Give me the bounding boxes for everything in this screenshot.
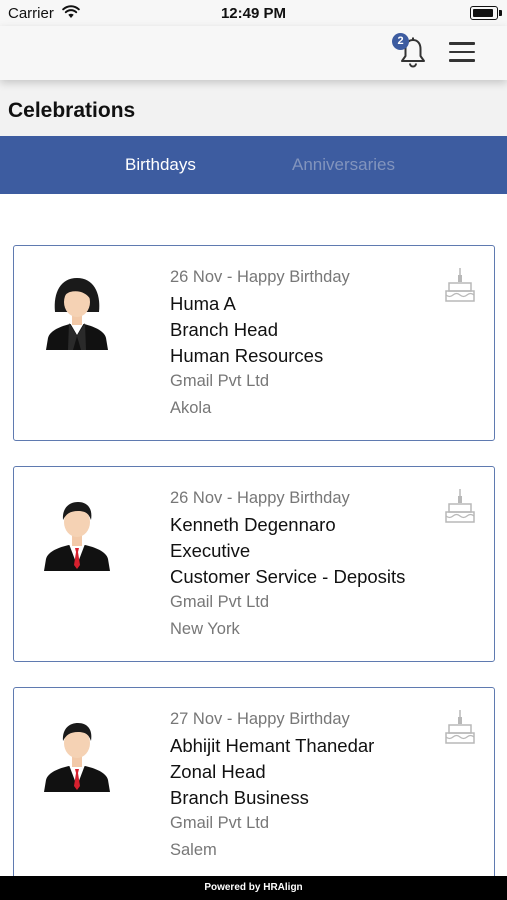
nav-bar	[0, 26, 507, 80]
employee-location: Akola	[170, 399, 212, 417]
celebration-card[interactable]: 26 Nov - Happy Birthday Kenneth Degennar…	[13, 466, 495, 662]
status-bar: Carrier 12:49 PM	[0, 0, 507, 26]
male-avatar-icon	[44, 502, 110, 571]
employee-company: Gmail Pvt Ltd	[170, 593, 270, 611]
birthday-cake-icon	[445, 489, 475, 523]
page-title: Celebrations	[8, 99, 136, 122]
employee-company: Gmail Pvt Ltd	[170, 372, 270, 390]
tab-birthdays[interactable]: Birthdays	[125, 155, 196, 175]
employee-location: Salem	[170, 841, 217, 859]
employee-company: Gmail Pvt Ltd	[170, 814, 270, 832]
employee-designation: Zonal Head	[170, 761, 266, 782]
male-avatar-icon	[44, 723, 110, 792]
celebration-date: 27 Nov - Happy Birthday	[170, 710, 350, 728]
employee-department: Human Resources	[170, 345, 324, 366]
powered-by-footer: Powered by HRAlign	[0, 876, 507, 900]
employee-name: Huma A	[170, 293, 236, 314]
employee-designation: Branch Head	[170, 319, 278, 340]
tab-anniversaries[interactable]: Anniversaries	[292, 155, 395, 175]
employee-department: Customer Service - Deposits	[170, 566, 406, 587]
notification-badge[interactable]: 2	[392, 33, 409, 50]
status-time: 12:49 PM	[220, 5, 287, 22]
battery-icon	[470, 6, 498, 20]
female-avatar-icon	[46, 278, 108, 350]
celebration-card[interactable]: 26 Nov - Happy Birthday Huma A Branch He…	[13, 245, 495, 441]
celebration-date: 26 Nov - Happy Birthday	[170, 268, 350, 286]
hamburger-menu-icon[interactable]	[449, 42, 475, 62]
tab-bar	[0, 136, 507, 194]
celebration-card[interactable]: 27 Nov - Happy Birthday Abhijit Hemant T…	[13, 687, 495, 883]
employee-department: Branch Business	[170, 787, 309, 808]
employee-name: Kenneth Degennaro	[170, 514, 336, 535]
birthday-cake-icon	[445, 710, 475, 744]
employee-designation: Executive	[170, 540, 251, 561]
battery-tip	[499, 10, 502, 16]
employee-location: New York	[170, 620, 240, 638]
employee-name: Abhijit Hemant Thanedar	[170, 735, 375, 756]
birthday-cake-icon	[445, 268, 475, 302]
celebration-date: 26 Nov - Happy Birthday	[170, 489, 350, 507]
